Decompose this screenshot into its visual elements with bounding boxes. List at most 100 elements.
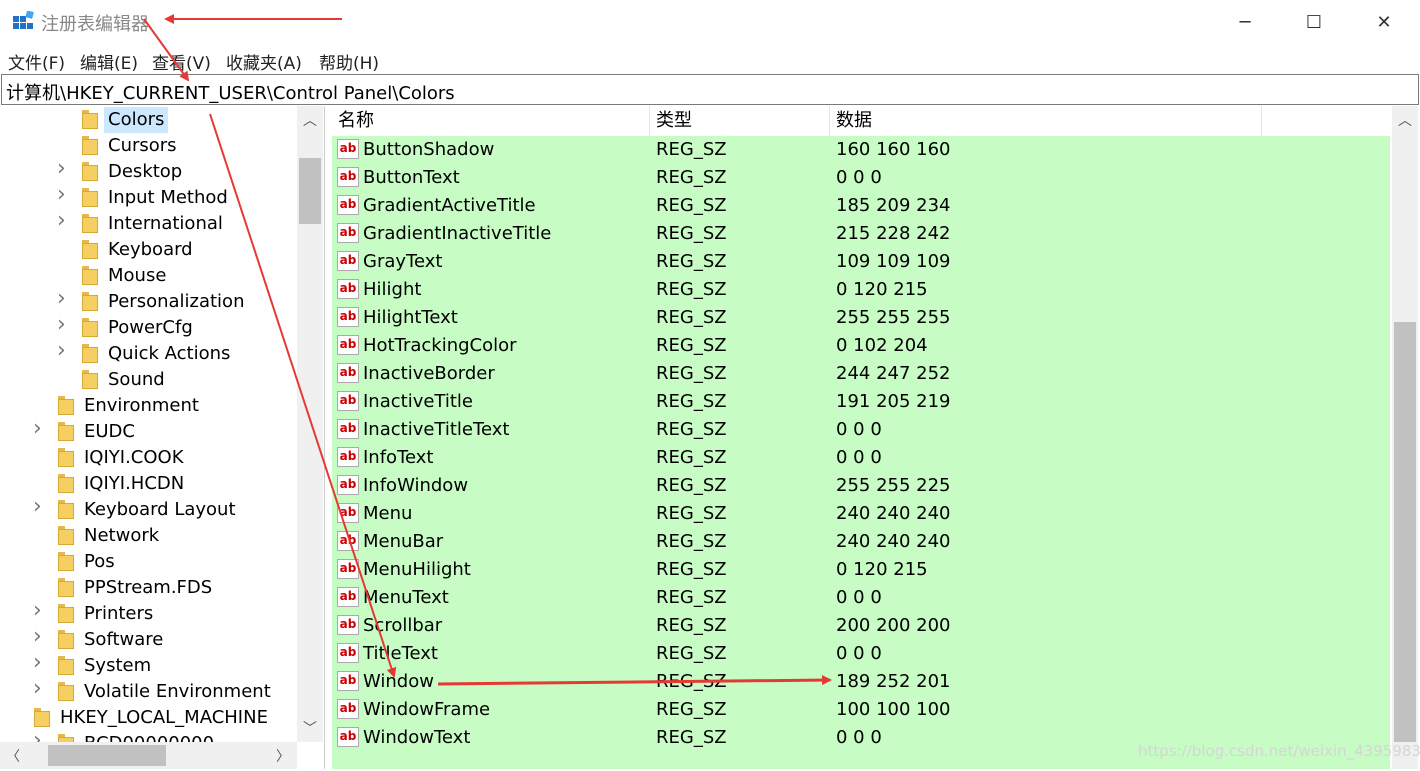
menu-help[interactable]: 帮助(H) [319,49,379,74]
expand-chevron-icon[interactable]: › [57,182,69,207]
tree-item[interactable]: › Input Method [0,182,297,211]
tree-item[interactable]: Sound [0,367,297,393]
value-row[interactable]: ab GradientInactiveTitle REG_SZ 215 228 242 [332,220,1390,248]
expand-chevron-icon[interactable]: › [33,676,45,701]
expand-chevron-icon[interactable]: › [57,156,69,181]
value-row[interactable]: ab Menu REG_SZ 240 240 240 [332,500,1390,528]
window-title: 注册表编辑器 [41,14,149,35]
folder-icon [58,396,74,416]
tree-item[interactable]: › EUDC [0,416,297,445]
value-type: REG_SZ [656,419,727,440]
tree-item[interactable]: IQIYI.COOK [0,445,297,471]
value-data: 0 120 215 [836,559,928,580]
tree-item[interactable]: Network [0,523,297,549]
value-name: WindowText [363,727,471,748]
string-value-icon: ab [337,447,359,467]
value-row[interactable]: ab MenuBar REG_SZ 240 240 240 [332,528,1390,556]
scroll-down-icon[interactable]: ﹀ [297,718,323,738]
value-type: REG_SZ [656,363,727,384]
expand-chevron-icon[interactable]: › [57,312,69,337]
value-row[interactable]: ab Window REG_SZ 189 252 201 [332,668,1390,696]
menu-view[interactable]: 查看(V) [152,49,211,74]
folder-icon [82,292,98,312]
address-bar[interactable]: 计算机\HKEY_CURRENT_USER\Control Panel\Colo… [1,74,1419,105]
tree-item[interactable]: Cursors [0,133,297,159]
value-row[interactable]: ab Scrollbar REG_SZ 200 200 200 [332,612,1390,640]
value-row[interactable]: ab MenuText REG_SZ 0 0 0 [332,584,1390,612]
minimize-icon[interactable]: ─ [1222,8,1268,38]
value-row[interactable]: ab InfoText REG_SZ 0 0 0 [332,444,1390,472]
expand-chevron-icon[interactable]: › [33,494,45,519]
value-row[interactable]: ab InactiveTitleText REG_SZ 0 0 0 [332,416,1390,444]
tree-item[interactable]: › Quick Actions [0,338,297,367]
tree-item[interactable]: Pos [0,549,297,575]
expand-chevron-icon[interactable]: › [33,624,45,649]
scroll-right-icon[interactable]: 〉 [274,746,292,766]
column-header-data[interactable]: 数据 [830,106,1262,136]
tree-item-label: Keyboard [108,239,193,260]
value-row[interactable]: ab GrayText REG_SZ 109 109 109 [332,248,1390,276]
value-type: REG_SZ [656,251,727,272]
maximize-icon[interactable]: ☐ [1291,8,1337,38]
folder-icon [58,552,74,572]
value-row[interactable]: ab MenuHilight REG_SZ 0 120 215 [332,556,1390,584]
expand-chevron-icon[interactable]: › [57,286,69,311]
scroll-thumb[interactable] [48,745,166,766]
tree-item[interactable]: › Volatile Environment [0,676,297,705]
folder-icon [58,526,74,546]
tree-item[interactable]: Mouse [0,263,297,289]
value-name: InfoWindow [363,475,469,496]
column-header-name[interactable]: 名称 [332,106,650,136]
value-row[interactable]: ab WindowFrame REG_SZ 100 100 100 [332,696,1390,724]
folder-icon [58,604,74,624]
value-row[interactable]: ab InactiveTitle REG_SZ 191 205 219 [332,388,1390,416]
menu-file[interactable]: 文件(F) [8,49,65,74]
value-row[interactable]: ab ButtonShadow REG_SZ 160 160 160 [332,136,1390,164]
scroll-left-icon[interactable]: 〈 [4,746,22,766]
expand-chevron-icon[interactable]: › [33,598,45,623]
string-value-icon: ab [337,587,359,607]
close-icon[interactable]: ✕ [1361,8,1407,38]
value-name: GradientInactiveTitle [363,223,552,244]
expand-chevron-icon[interactable]: › [33,416,45,441]
tree-item[interactable]: › Desktop [0,156,297,185]
expand-chevron-icon[interactable]: › [57,208,69,233]
value-row[interactable]: ab ButtonText REG_SZ 0 0 0 [332,164,1390,192]
scroll-up-icon[interactable]: ︿ [1392,110,1418,130]
list-vertical-scrollbar[interactable]: ︿ [1392,106,1418,769]
value-row[interactable]: ab InactiveBorder REG_SZ 244 247 252 [332,360,1390,388]
value-row[interactable]: ab Hilight REG_SZ 0 120 215 [332,276,1390,304]
folder-icon [58,474,74,494]
menu-edit[interactable]: 编辑(E) [80,49,138,74]
value-name: Menu [363,503,413,524]
address-path[interactable]: 计算机\HKEY_CURRENT_USER\Control Panel\Colo… [6,79,455,105]
value-type: REG_SZ [656,615,727,636]
value-data: 240 240 240 [836,503,951,524]
tree-item-label: System [84,655,152,676]
expand-chevron-icon[interactable]: › [57,338,69,363]
scroll-thumb[interactable] [299,158,321,224]
value-row[interactable]: ab HilightText REG_SZ 255 255 255 [332,304,1390,332]
tree-item[interactable]: › PowerCfg [0,312,297,341]
scroll-thumb[interactable] [1394,322,1416,742]
tree-item[interactable]: › Keyboard Layout [0,494,297,523]
value-row[interactable]: ab GradientActiveTitle REG_SZ 185 209 234 [332,192,1390,220]
value-name: Scrollbar [363,615,443,636]
value-row[interactable]: ab InfoWindow REG_SZ 255 255 225 [332,472,1390,500]
tree-item[interactable]: Keyboard [0,237,297,263]
column-header-type[interactable]: 类型 [650,106,830,136]
expand-chevron-icon[interactable]: › [33,650,45,675]
value-data: 255 255 225 [836,475,951,496]
tree-vertical-scrollbar[interactable]: ︿ ﹀ [297,106,323,742]
value-data: 191 205 219 [836,391,951,412]
tree-item[interactable]: Colors [0,107,297,133]
value-type: REG_SZ [656,279,727,300]
scroll-up-icon[interactable]: ︿ [297,110,323,130]
tree-item[interactable]: › Personalization [0,286,297,315]
tree-item[interactable]: › International [0,208,297,237]
value-row[interactable]: ab HotTrackingColor REG_SZ 0 102 204 [332,332,1390,360]
menu-favorites[interactable]: 收藏夹(A) [226,49,302,74]
value-row[interactable]: ab TitleText REG_SZ 0 0 0 [332,640,1390,668]
tree-horizontal-scrollbar[interactable]: 〈 〉 [0,742,297,769]
folder-icon [82,110,98,130]
